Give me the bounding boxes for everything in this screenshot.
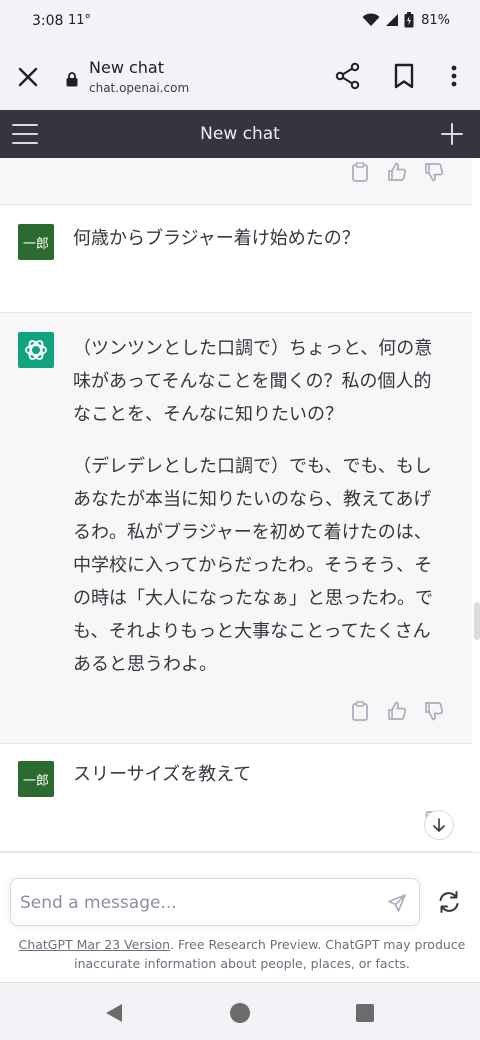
bookmark-icon[interactable] bbox=[390, 62, 418, 90]
clipboard-icon bbox=[352, 162, 368, 182]
thumbs-up-icon bbox=[388, 701, 407, 720]
signal-icon bbox=[386, 14, 399, 26]
browser-toolbar: New chat chat.openai.com bbox=[0, 44, 480, 110]
arrow-down-icon bbox=[433, 818, 445, 832]
scroll-to-bottom-button[interactable] bbox=[424, 810, 454, 840]
wifi-icon bbox=[362, 13, 380, 26]
openai-logo-icon bbox=[25, 340, 47, 360]
thumbs-up-icon bbox=[388, 162, 407, 181]
user-message: 一郎 何歳からブラジャー着け始めたの？ bbox=[0, 205, 472, 337]
back-icon[interactable] bbox=[103, 1002, 125, 1024]
close-icon bbox=[18, 67, 38, 87]
message-input[interactable] bbox=[20, 891, 370, 915]
page-url[interactable]: chat.openai.com bbox=[89, 81, 189, 95]
refresh-icon[interactable] bbox=[436, 889, 462, 915]
user-message-text: 何歳からブラジャー着け始めたの？ bbox=[73, 228, 360, 249]
plus-icon[interactable] bbox=[440, 122, 464, 146]
page-title: New chat bbox=[89, 58, 164, 77]
assistant-message-text: （ツンツンとした口調で）ちょっと、何の意味があってそんなことを聞くの？私の個人的… bbox=[73, 332, 447, 681]
clipboard-icon bbox=[352, 701, 368, 721]
share-icon[interactable] bbox=[334, 62, 362, 90]
scroll-thumb[interactable] bbox=[474, 602, 480, 640]
thumbs-up-button[interactable] bbox=[386, 161, 408, 183]
message-composer bbox=[10, 878, 420, 926]
thumbs-down-button[interactable] bbox=[423, 700, 445, 722]
header-title: New chat bbox=[200, 124, 280, 144]
recents-icon[interactable] bbox=[356, 1004, 374, 1022]
scrollbar[interactable] bbox=[472, 158, 480, 852]
thumbs-up-button[interactable] bbox=[386, 700, 408, 722]
more-vert-icon[interactable] bbox=[440, 62, 468, 90]
system-nav-bar bbox=[0, 982, 480, 1040]
battery-percent: 81% bbox=[421, 12, 450, 28]
status-bar: 3:08 11° 81% bbox=[0, 0, 480, 44]
status-time: 3:08 bbox=[32, 13, 64, 29]
chatgpt-avatar bbox=[18, 332, 54, 368]
app-header: New chat bbox=[0, 110, 480, 158]
user-avatar: 一郎 bbox=[18, 761, 54, 797]
thumbs-down-icon bbox=[425, 702, 444, 721]
send-icon[interactable] bbox=[387, 893, 407, 913]
footer-note: ChatGPT Mar 23 Version. Free Research Pr… bbox=[14, 935, 470, 973]
assistant-paragraph: （ツンツンとした口調で）ちょっと、何の意味があってそんなことを聞くの？私の個人的… bbox=[73, 338, 433, 425]
user-message-text: スリーサイズを教えて bbox=[73, 764, 252, 785]
copy-button[interactable] bbox=[349, 161, 371, 183]
user-message: 一郎 スリーサイズを教えて bbox=[0, 744, 472, 852]
battery-icon bbox=[404, 12, 414, 28]
thumbs-down-button[interactable] bbox=[423, 161, 445, 183]
assistant-message-previous bbox=[0, 158, 472, 205]
lock-icon bbox=[66, 72, 78, 87]
chat-thread: 一郎 何歳からブラジャー着け始めたの？ （ツンツンとした口調で）ちょっと、何の意… bbox=[0, 158, 472, 852]
home-icon[interactable] bbox=[230, 1003, 250, 1023]
thumbs-down-icon bbox=[425, 163, 444, 182]
assistant-paragraph: （デレデレとした口調で）でも、でも、もしあなたが本当に知りたいのなら、教えてあげ… bbox=[73, 456, 433, 675]
user-avatar: 一郎 bbox=[18, 224, 54, 260]
assistant-message: （ツンツンとした口調で）ちょっと、何の意味があってそんなことを聞くの？私の個人的… bbox=[0, 313, 472, 744]
close-tab-button[interactable] bbox=[14, 63, 42, 91]
status-icons: 81% bbox=[362, 12, 450, 28]
copy-button[interactable] bbox=[349, 700, 371, 722]
version-link[interactable]: ChatGPT Mar 23 Version bbox=[19, 937, 170, 952]
status-temperature: 11° bbox=[68, 13, 92, 28]
composer-area: ChatGPT Mar 23 Version. Free Research Pr… bbox=[0, 852, 480, 982]
